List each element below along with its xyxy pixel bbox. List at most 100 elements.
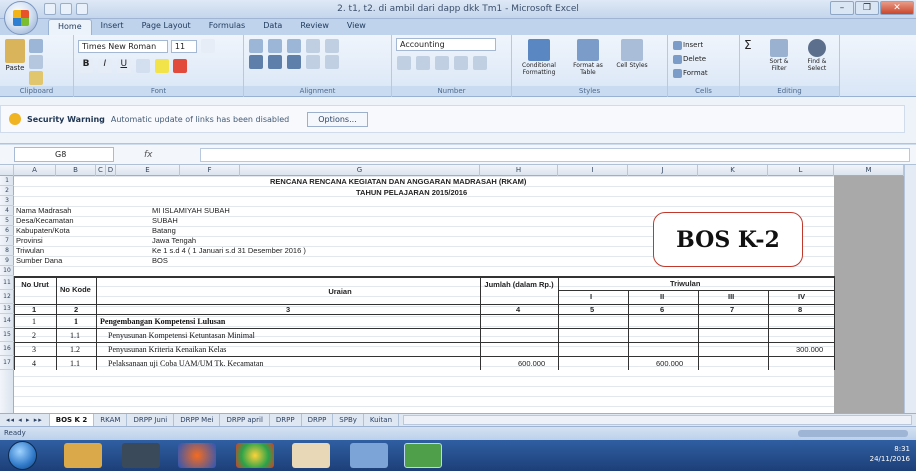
row-header[interactable]: 11 — [0, 276, 14, 290]
column-header-i[interactable]: I — [558, 165, 628, 176]
format-cells-button[interactable]: Format — [672, 66, 735, 80]
tab-formulas[interactable]: Formulas — [200, 19, 255, 35]
clock-time[interactable]: 8:31 — [870, 444, 910, 454]
row-header[interactable]: 9 — [0, 256, 14, 266]
sheet-tab[interactable]: DRPP — [302, 414, 334, 426]
bold-icon[interactable]: B — [79, 59, 93, 73]
column-header-k[interactable]: K — [698, 165, 768, 176]
orientation-icon[interactable] — [305, 39, 320, 53]
font-name-select[interactable]: Times New Roman — [78, 39, 168, 53]
minimize-button[interactable]: – — [830, 1, 854, 15]
sheet-tab[interactable]: SPBy — [333, 414, 364, 426]
row-header[interactable]: 2 — [0, 186, 14, 196]
sheet-tab[interactable]: DRPP Mei — [174, 414, 221, 426]
tab-scroll-buttons[interactable]: ◂◂ ◂ ▸ ▸▸ — [0, 414, 50, 426]
column-header-g[interactable]: G — [240, 165, 480, 176]
explorer-icon[interactable] — [64, 443, 102, 468]
align-middle-icon[interactable] — [267, 39, 282, 53]
increase-decimal-icon[interactable] — [453, 56, 468, 70]
merge-center-icon[interactable] — [324, 55, 339, 69]
tab-review[interactable]: Review — [291, 19, 338, 35]
align-bottom-icon[interactable] — [286, 39, 301, 53]
column-header-f[interactable]: F — [180, 165, 240, 176]
row-header[interactable]: 12 — [0, 290, 14, 304]
insert-cells-button[interactable]: Insert — [672, 38, 735, 52]
sheet-tab[interactable]: DRPP — [270, 414, 302, 426]
sheet-tab[interactable]: DRPP april — [220, 414, 270, 426]
currency-icon[interactable] — [397, 56, 411, 70]
column-header-l[interactable]: L — [768, 165, 834, 176]
tab-home[interactable]: Home — [48, 19, 92, 35]
comma-style-icon[interactable] — [434, 56, 449, 70]
underline-icon[interactable]: U — [116, 59, 131, 73]
row-header[interactable]: 17 — [0, 356, 14, 370]
tab-view[interactable]: View — [338, 19, 375, 35]
bos-label-shape[interactable]: BOS K-2 — [653, 212, 803, 267]
row-header[interactable]: 7 — [0, 236, 14, 246]
close-button[interactable]: ✕ — [880, 1, 914, 15]
column-header-a[interactable]: A — [14, 165, 56, 176]
options-button[interactable]: Options... — [307, 111, 368, 127]
copy-icon[interactable] — [29, 55, 43, 69]
indent-icon[interactable] — [305, 55, 320, 69]
tab-insert[interactable]: Insert — [92, 19, 133, 35]
select-all-corner[interactable] — [0, 165, 14, 176]
excel-icon[interactable] — [404, 443, 442, 468]
chrome-icon[interactable] — [236, 443, 274, 468]
media-player-icon[interactable] — [122, 443, 160, 468]
paste-button[interactable]: Paste — [4, 38, 26, 86]
row-header[interactable]: 1 — [0, 176, 14, 186]
row-header[interactable]: 10 — [0, 266, 14, 276]
name-box[interactable]: G8 — [14, 147, 114, 162]
worksheet[interactable]: A B C D E F G H I J K L M 1 2 3 4 5 6 7 … — [0, 165, 916, 413]
column-header-e[interactable]: E — [116, 165, 180, 176]
tab-data[interactable]: Data — [254, 19, 291, 35]
office-button[interactable] — [4, 1, 38, 35]
row-header[interactable]: 5 — [0, 216, 14, 226]
row-header[interactable]: 4 — [0, 206, 14, 216]
zoom-slider[interactable] — [798, 430, 908, 437]
align-right-icon[interactable] — [286, 55, 301, 69]
tab-page-layout[interactable]: Page Layout — [133, 19, 200, 35]
row-header[interactable]: 16 — [0, 342, 14, 356]
fill-color-icon[interactable] — [154, 59, 169, 73]
column-header-h[interactable]: H — [480, 165, 558, 176]
font-size-select[interactable]: 11 — [170, 39, 197, 53]
column-header-j[interactable]: J — [628, 165, 698, 176]
maximize-button[interactable]: ❐ — [855, 1, 879, 15]
row-header[interactable]: 15 — [0, 328, 14, 342]
align-center-icon[interactable] — [267, 55, 282, 69]
cut-icon[interactable] — [29, 39, 43, 53]
clock-date[interactable]: 24/11/2016 — [870, 454, 910, 464]
column-header-d[interactable]: D — [106, 165, 116, 176]
column-header-b[interactable]: B — [56, 165, 96, 176]
firefox-icon[interactable] — [178, 443, 216, 468]
column-header-m[interactable]: M — [834, 165, 904, 176]
app-icon[interactable] — [292, 443, 330, 468]
row-header[interactable]: 6 — [0, 226, 14, 236]
row-header[interactable]: 8 — [0, 246, 14, 256]
grow-font-icon[interactable] — [200, 39, 215, 53]
align-left-icon[interactable] — [249, 55, 263, 69]
paint-icon[interactable] — [350, 443, 388, 468]
sheet-tab[interactable]: RKAM — [94, 414, 128, 426]
row-header[interactable]: 14 — [0, 314, 14, 328]
sheet-tab[interactable]: BOS K 2 — [49, 414, 95, 426]
align-top-icon[interactable] — [249, 39, 263, 53]
font-color-icon[interactable] — [173, 59, 188, 73]
sheet-tab[interactable]: DRPP Juni — [127, 414, 175, 426]
sheet-tab[interactable]: Kuitan — [364, 414, 399, 426]
horizontal-scrollbar[interactable] — [403, 415, 912, 425]
format-painter-icon[interactable] — [29, 71, 43, 85]
row-header[interactable]: 13 — [0, 304, 14, 314]
italic-icon[interactable]: I — [97, 59, 112, 73]
percent-icon[interactable] — [415, 56, 430, 70]
delete-cells-button[interactable]: Delete — [672, 52, 735, 66]
formula-input[interactable] — [200, 148, 910, 162]
column-header-c[interactable]: C — [96, 165, 106, 176]
vertical-scrollbar[interactable] — [904, 165, 916, 413]
start-button[interactable] — [8, 441, 37, 470]
number-format-select[interactable]: Accounting — [396, 38, 496, 51]
wrap-text-icon[interactable] — [324, 39, 339, 53]
row-header[interactable]: 3 — [0, 196, 14, 206]
